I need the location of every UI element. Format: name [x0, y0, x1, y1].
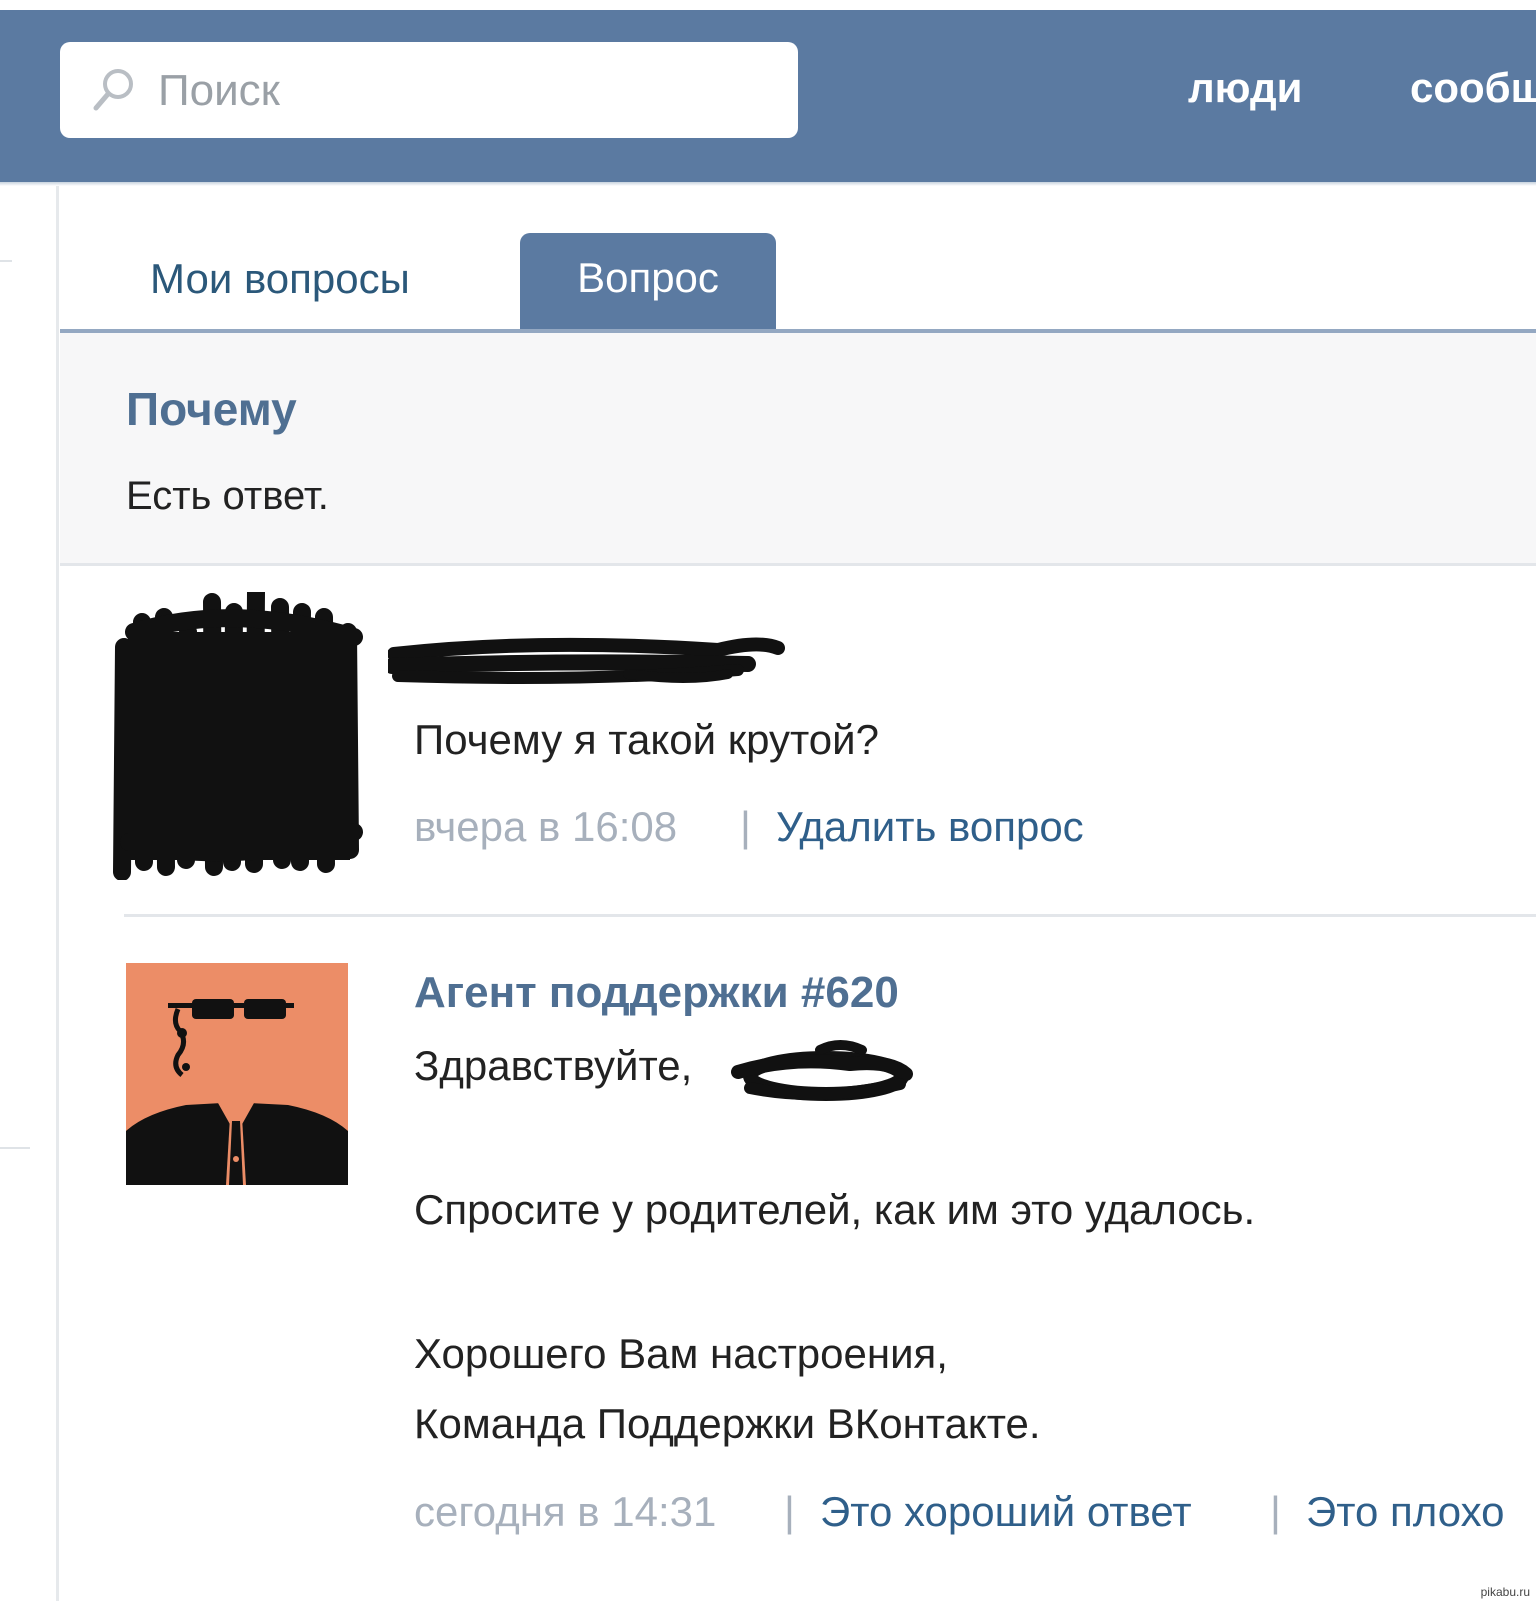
question-text: Почему я такой крутой? — [414, 716, 879, 763]
meta-separator: | — [1270, 1488, 1281, 1535]
agent-avatar[interactable] — [126, 963, 348, 1185]
reply-body: Спросите у родителей, как им это удалось… — [414, 1186, 1256, 1233]
header-shadow — [0, 182, 1536, 186]
redacted-recipient-name — [731, 1040, 913, 1101]
nav-link-messages[interactable]: сообщ — [1410, 64, 1536, 112]
reply-signature: Команда Поддержки ВКонтакте. — [414, 1400, 1041, 1447]
search-input[interactable] — [156, 58, 780, 124]
nav-link-people[interactable]: люди — [1188, 64, 1302, 112]
left-sidebar — [0, 186, 58, 1601]
watermark: pikabu.ru — [1480, 1585, 1530, 1599]
good-answer-link[interactable]: Это хороший ответ — [820, 1488, 1192, 1536]
reply-timestamp: сегодня в 14:31 — [414, 1488, 717, 1535]
agent-silhouette-icon — [126, 963, 348, 1185]
question-panel — [60, 333, 1536, 563]
meta-separator: | — [784, 1488, 795, 1535]
question-status: Есть ответ. — [126, 474, 329, 518]
redacted-author-name — [388, 637, 785, 684]
redacted-avatar — [113, 592, 363, 880]
divider — [0, 1147, 30, 1149]
bad-answer-link[interactable]: Это плохо — [1306, 1488, 1504, 1536]
question-timestamp: вчера в 16:08 — [414, 803, 678, 850]
agent-name-link[interactable]: Агент поддержки #620 — [414, 968, 899, 1018]
reply-closing-wish: Хорошего Вам настроения, — [414, 1330, 948, 1377]
divider — [0, 260, 12, 262]
tab-my-questions[interactable]: Мои вопросы — [120, 236, 440, 322]
meta-separator: | — [740, 803, 751, 850]
delete-question-link[interactable]: Удалить вопрос — [776, 803, 1084, 851]
question-title: Почему — [126, 383, 297, 435]
divider — [60, 563, 1536, 566]
tab-question[interactable]: Вопрос — [520, 233, 776, 329]
reply-greeting: Здравствуйте, — [414, 1042, 693, 1089]
message-divider — [124, 914, 1536, 917]
search-icon — [93, 69, 133, 111]
page-border — [56, 186, 59, 1601]
